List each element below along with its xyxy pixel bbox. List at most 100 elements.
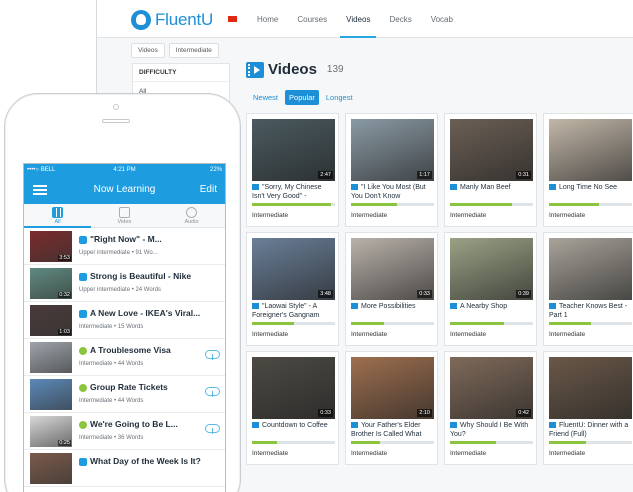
video-thumbnail[interactable]: 1:17 bbox=[351, 119, 434, 181]
breadcrumb-videos[interactable]: Videos bbox=[131, 43, 165, 58]
video-duration: 3:48 bbox=[318, 290, 333, 298]
tab-audio[interactable]: Audio bbox=[158, 204, 225, 227]
breadcrumb: Videos Intermediate bbox=[131, 43, 223, 58]
video-card[interactable]: 0:42 Why Should I Be With You? Intermediat… bbox=[444, 351, 537, 465]
list-item[interactable]: Group Rate Tickets Intermediate • 44 Word… bbox=[24, 376, 225, 413]
top-navigation-bar: FluentU Home Courses Videos Decks Vocab bbox=[97, 0, 633, 38]
video-title[interactable]: "Laowai Style" - A Foreigner's Gangnam bbox=[252, 302, 336, 320]
video-duration: 0:33 bbox=[318, 409, 333, 417]
fluentu-logo[interactable]: FluentU bbox=[131, 10, 213, 30]
item-thumbnail bbox=[30, 379, 72, 410]
item-thumbnail bbox=[30, 342, 72, 373]
fluentu-logo-icon bbox=[131, 10, 151, 30]
page-title: Videos 139 bbox=[246, 61, 344, 78]
main-nav: Home Courses Videos Decks Vocab bbox=[257, 0, 472, 38]
film-icon bbox=[246, 61, 264, 78]
chinese-flag-icon[interactable] bbox=[228, 16, 237, 22]
video-thumbnail[interactable]: 0:33 bbox=[351, 238, 434, 300]
video-thumbnail[interactable] bbox=[549, 238, 632, 300]
video-thumbnail[interactable] bbox=[549, 357, 632, 419]
sort-popular[interactable]: Popular bbox=[285, 90, 319, 105]
nav-courses[interactable]: Courses bbox=[297, 0, 327, 38]
video-thumbnail[interactable] bbox=[549, 119, 632, 181]
video-card[interactable]: 0:33 Countdown to Coffee Intermediate bbox=[246, 351, 339, 465]
difficulty-level: Intermediate bbox=[351, 212, 388, 219]
list-item[interactable]: 3:53 "Right Now" - M... Upper intermediate… bbox=[24, 228, 225, 265]
videos-count: 139 bbox=[326, 64, 344, 75]
item-title: We're Going to Be L... bbox=[90, 419, 178, 429]
tab-video[interactable]: Video bbox=[91, 204, 158, 227]
video-card[interactable]: 0:31 Manly Man Beef Intermediate bbox=[444, 113, 537, 227]
video-title[interactable]: "Sorry, My Chinese Isn't Very Good" - bbox=[252, 183, 336, 201]
video-title[interactable]: "I Like You Most (But You Don't Know bbox=[351, 183, 435, 201]
video-type-icon bbox=[79, 458, 87, 466]
list-item[interactable]: 1:03 A New Love - IKEA's Viral... Intermed… bbox=[24, 302, 225, 339]
difficulty-level: Intermediate bbox=[252, 331, 289, 338]
video-thumbnail[interactable]: 2:10 bbox=[351, 357, 434, 419]
video-title[interactable]: Teacher Knows Best - Part 1 bbox=[549, 302, 633, 320]
video-title[interactable]: A Nearby Shop bbox=[450, 302, 534, 311]
tab-all[interactable]: All bbox=[24, 204, 91, 228]
sort-options: Newest Popular Longest bbox=[249, 90, 360, 105]
video-card[interactable]: 0:39 A Nearby Shop Intermediate bbox=[444, 232, 537, 346]
video-card[interactable]: 1:17 "I Like You Most (But You Don't Know… bbox=[345, 113, 438, 227]
video-title[interactable]: Manly Man Beef bbox=[450, 183, 534, 192]
video-title[interactable]: More Possibilities bbox=[351, 302, 435, 311]
difficulty-level: Intermediate bbox=[252, 450, 289, 457]
tab-label: All bbox=[54, 219, 61, 225]
video-card[interactable]: FluentU: Dinner with a Friend (Full) Inte… bbox=[543, 351, 633, 465]
video-type-icon bbox=[450, 183, 457, 190]
difficulty-level: Intermediate bbox=[450, 212, 487, 219]
sort-longest[interactable]: Longest bbox=[322, 90, 357, 105]
video-thumbnail[interactable]: 0:33 bbox=[252, 357, 335, 419]
video-thumbnail[interactable]: 0:39 bbox=[450, 238, 533, 300]
video-title[interactable]: FluentU: Dinner with a Friend (Full) bbox=[549, 421, 633, 439]
nav-vocab[interactable]: Vocab bbox=[431, 0, 453, 38]
nav-videos[interactable]: Videos bbox=[340, 0, 377, 38]
video-thumbnail[interactable]: 2:47 bbox=[252, 119, 335, 181]
video-thumbnail[interactable]: 3:48 bbox=[252, 238, 335, 300]
list-item[interactable]: A Troublesome Visa Intermediate • 44 Word… bbox=[24, 339, 225, 376]
progress-fill bbox=[450, 441, 496, 444]
sort-newest[interactable]: Newest bbox=[249, 90, 282, 105]
list-item[interactable]: What Day of the Week Is It? bbox=[24, 450, 225, 487]
item-title: Group Rate Tickets bbox=[90, 382, 168, 392]
edit-button[interactable]: Edit bbox=[200, 184, 217, 195]
video-thumbnail[interactable]: 0:42 bbox=[450, 357, 533, 419]
video-type-icon bbox=[252, 302, 259, 309]
video-card[interactable]: 0:33 More Possibilities Intermediate bbox=[345, 232, 438, 346]
video-title[interactable]: Your Father's Elder Brother Is Called Wh… bbox=[351, 421, 435, 439]
cloud-download-icon[interactable] bbox=[205, 387, 220, 397]
video-card[interactable]: Teacher Knows Best - Part 1 Intermediate bbox=[543, 232, 633, 346]
video-card[interactable]: 3:48 "Laowai Style" - A Foreigner's Gangn… bbox=[246, 232, 339, 346]
list-item[interactable]: 0:32 Strong is Beautiful - Nike Upper inte… bbox=[24, 265, 225, 302]
progress-fill bbox=[450, 322, 504, 325]
nav-decks[interactable]: Decks bbox=[389, 0, 411, 38]
breadcrumb-intermediate[interactable]: Intermediate bbox=[168, 43, 219, 58]
video-card[interactable]: Long Time No See Intermediate bbox=[543, 113, 633, 227]
video-title[interactable]: Long Time No See bbox=[549, 183, 633, 192]
progress-fill bbox=[252, 441, 277, 444]
cloud-download-icon[interactable] bbox=[205, 350, 220, 360]
app-title: Now Learning bbox=[93, 184, 156, 195]
video-card[interactable]: 2:10 Your Father's Elder Brother Is Calle… bbox=[345, 351, 438, 465]
video-title[interactable]: Why Should I Be With You? bbox=[450, 421, 534, 439]
list-item[interactable]: 0:25 We're Going to Be L... Intermediate •… bbox=[24, 413, 225, 450]
tab-label: Video bbox=[117, 219, 132, 225]
video-thumbnail[interactable]: 0:31 bbox=[450, 119, 533, 181]
difficulty-heading: DIFFICULTY bbox=[133, 64, 229, 82]
video-type-icon bbox=[79, 236, 87, 244]
video-card[interactable]: 2:47 "Sorry, My Chinese Isn't Very Good" … bbox=[246, 113, 339, 227]
nav-home[interactable]: Home bbox=[257, 0, 278, 38]
cloud-download-icon[interactable] bbox=[205, 424, 220, 434]
item-meta: Intermediate • 15 Words bbox=[79, 324, 144, 330]
progress-bar bbox=[450, 441, 533, 444]
video-type-icon bbox=[252, 183, 259, 190]
item-title: What Day of the Week Is It? bbox=[90, 456, 201, 466]
item-thumbnail: 1:03 bbox=[30, 305, 72, 336]
video-title[interactable]: Countdown to Coffee bbox=[252, 421, 336, 430]
video-type-icon bbox=[252, 421, 259, 428]
phone-speaker bbox=[102, 119, 130, 123]
difficulty-level: Intermediate bbox=[450, 450, 487, 457]
brand-name: FluentU bbox=[155, 10, 214, 29]
